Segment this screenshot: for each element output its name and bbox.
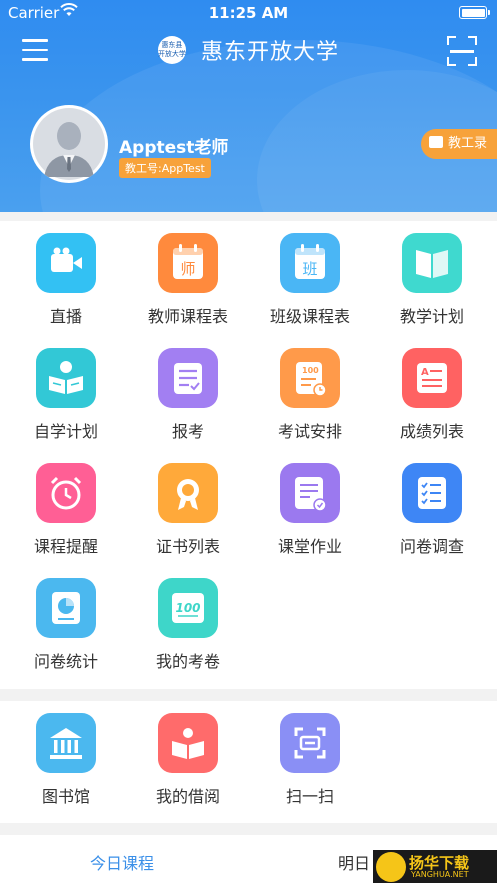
grid-item-certificate-list[interactable]: 证书列表 xyxy=(126,451,250,566)
grid-item-my-exam-papers[interactable]: 100 我的考卷 xyxy=(126,566,250,681)
svg-text:班: 班 xyxy=(302,260,317,278)
exam-icon: 100 xyxy=(280,348,340,408)
grid-item-label: 成绩列表 xyxy=(399,422,464,441)
function-grid: 直播 师 教师课程表 班 班级课程表 教学计划 自学计划 报考 100 考试安排… xyxy=(0,221,497,689)
grid-item-label: 证书列表 xyxy=(155,537,220,556)
grid-item-grade-list[interactable]: A 成绩列表 xyxy=(370,336,494,451)
certificate-icon xyxy=(158,463,218,523)
avatar[interactable] xyxy=(30,105,108,183)
exam-paper-icon: 100 xyxy=(158,578,218,638)
video-camera-icon xyxy=(36,233,96,293)
scan-icon[interactable] xyxy=(447,36,477,66)
grid-item-survey-stats[interactable]: 问卷统计 xyxy=(4,566,128,681)
grade-list-icon: A xyxy=(402,348,462,408)
staff-records-button[interactable]: 教工录 xyxy=(420,129,497,159)
grid-item-exam-schedule[interactable]: 100 考试安排 xyxy=(248,336,372,451)
grid-item-teacher-schedule[interactable]: 师 教师课程表 xyxy=(126,221,250,336)
tab-tomorrow[interactable]: 明日 xyxy=(338,835,370,883)
grid-item-label: 课程提醒 xyxy=(33,537,98,556)
calendar-class-icon: 班 xyxy=(280,233,340,293)
grid-item-classroom-homework[interactable]: 课堂作业 xyxy=(248,451,372,566)
form-icon xyxy=(158,348,218,408)
grid-item-teaching-plan[interactable]: 教学计划 xyxy=(370,221,494,336)
checklist-icon xyxy=(402,463,462,523)
grid-item-label: 报考 xyxy=(171,422,204,441)
grid-item-label: 考试安排 xyxy=(277,422,342,441)
watermark-subtitle: YANGHUA.NET xyxy=(411,870,469,879)
pie-stats-icon xyxy=(36,578,96,638)
grid-item-label: 我的借阅 xyxy=(155,787,220,806)
header-banner: Carrier 11:25 AM 惠东县 开放大学 惠东开放大学 Apptest老… xyxy=(0,0,497,212)
id-card-icon xyxy=(428,136,443,148)
svg-text:A: A xyxy=(421,367,429,378)
grid-item-label: 图书馆 xyxy=(41,787,90,806)
status-bar: Carrier 11:25 AM xyxy=(0,0,497,26)
grid-item-label: 教学计划 xyxy=(399,307,464,326)
grid-item-library[interactable]: 图书馆 xyxy=(4,701,128,816)
staff-records-label: 教工录 xyxy=(447,136,487,151)
svg-text:100: 100 xyxy=(175,601,200,615)
alarm-clock-icon xyxy=(36,463,96,523)
calendar-teacher-icon: 师 xyxy=(158,233,218,293)
watermark: 扬华下载 YANGHUA.NET xyxy=(373,850,497,883)
grid-item-registration[interactable]: 报考 xyxy=(126,336,250,451)
grid-item-label: 我的考卷 xyxy=(155,652,220,671)
grid-item-label: 直播 xyxy=(49,307,82,326)
grid-item-label: 问卷调查 xyxy=(399,537,464,556)
grid-item-label: 课堂作业 xyxy=(277,537,342,556)
book-icon xyxy=(402,233,462,293)
service-grid: 图书馆 我的借阅 扫一扫 xyxy=(0,701,497,823)
nav-bar: 惠东县 开放大学 惠东开放大学 xyxy=(0,26,497,76)
user-name: Apptest老师 xyxy=(119,138,229,158)
clock: 11:25 AM xyxy=(208,4,289,22)
grid-item-label: 班级课程表 xyxy=(269,307,350,326)
grid-item-label: 问卷统计 xyxy=(33,652,98,671)
battery-icon xyxy=(459,6,490,19)
library-icon xyxy=(36,713,96,773)
tab-today-courses[interactable]: 今日课程 xyxy=(90,835,154,883)
svg-text:100: 100 xyxy=(302,366,319,375)
self-study-icon xyxy=(36,348,96,408)
grid-item-course-reminder[interactable]: 课程提醒 xyxy=(4,451,128,566)
homework-icon xyxy=(280,463,340,523)
watermark-logo xyxy=(376,852,406,882)
title-group: 惠东县 开放大学 惠东开放大学 xyxy=(0,34,497,66)
profile-section: Apptest老师 教工号:AppTest 教工录 xyxy=(0,76,497,212)
grid-item-scan[interactable]: 扫一扫 xyxy=(248,701,372,816)
grid-item-my-borrowing[interactable]: 我的借阅 xyxy=(126,701,250,816)
page-title: 惠东开放大学 xyxy=(201,40,340,65)
grid-item-label: 扫一扫 xyxy=(285,787,334,806)
grid-item-label: 自学计划 xyxy=(33,422,98,441)
scan-icon xyxy=(280,713,340,773)
grid-item-label: 教师课程表 xyxy=(147,307,228,326)
svg-text:师: 师 xyxy=(180,260,195,278)
grid-item-self-study[interactable]: 自学计划 xyxy=(4,336,128,451)
staff-id-badge: 教工号:AppTest xyxy=(119,158,211,178)
grid-item-survey[interactable]: 问卷调查 xyxy=(370,451,494,566)
grid-item-live[interactable]: 直播 xyxy=(4,221,128,336)
university-logo: 惠东县 开放大学 xyxy=(157,36,186,64)
grid-item-class-schedule[interactable]: 班 班级课程表 xyxy=(248,221,372,336)
open-book-icon xyxy=(158,713,218,773)
